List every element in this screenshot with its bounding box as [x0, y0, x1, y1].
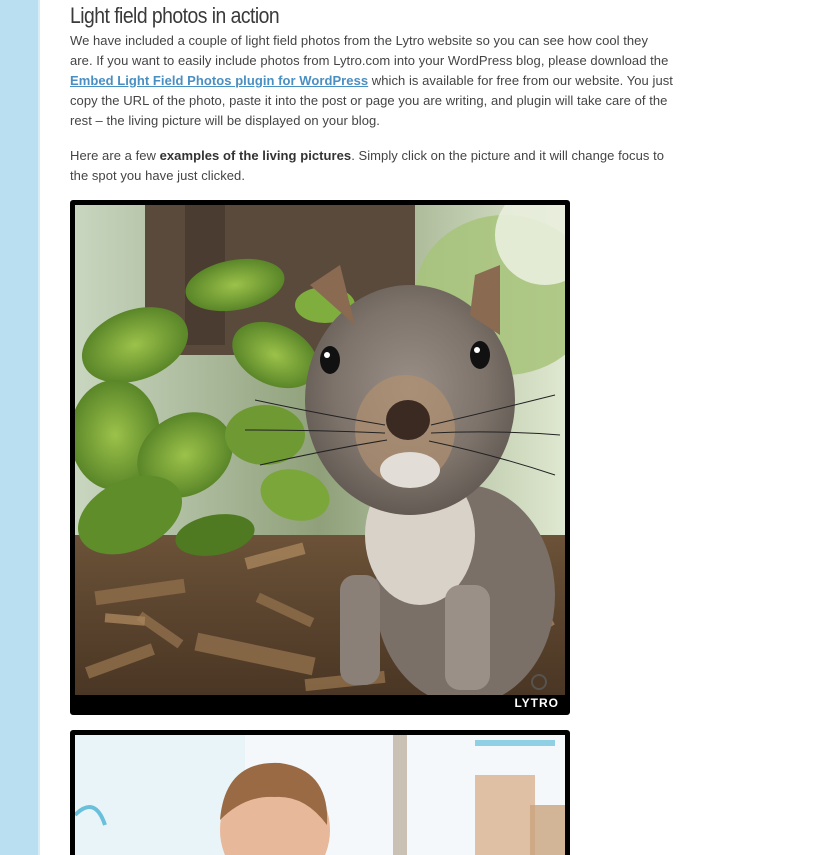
- examples-paragraph: Here are a few examples of the living pi…: [70, 146, 674, 186]
- left-sidebar-strip: [0, 0, 40, 855]
- living-picture-squirrel[interactable]: LYTRO: [70, 200, 570, 715]
- lytro-bar: LYTRO: [75, 695, 565, 710]
- examples-bold-text: examples of the living pictures: [159, 148, 352, 163]
- refocus-icon[interactable]: [531, 674, 547, 690]
- page: Light field photos in action We have inc…: [0, 0, 828, 855]
- article-heading: Light field photos in action: [70, 3, 280, 28]
- lytro-logo[interactable]: LYTRO: [514, 696, 559, 710]
- child-photo[interactable]: [75, 735, 565, 855]
- examples-text-start: Here are a few: [70, 148, 160, 163]
- intro-paragraph: We have included a couple of light field…: [70, 31, 674, 131]
- plugin-download-link[interactable]: Embed Light Field Photos plugin for Word…: [70, 73, 368, 88]
- intro-text-start: We have included a couple of light field…: [70, 33, 669, 68]
- living-picture-child[interactable]: [70, 730, 570, 855]
- squirrel-photo[interactable]: [75, 205, 565, 695]
